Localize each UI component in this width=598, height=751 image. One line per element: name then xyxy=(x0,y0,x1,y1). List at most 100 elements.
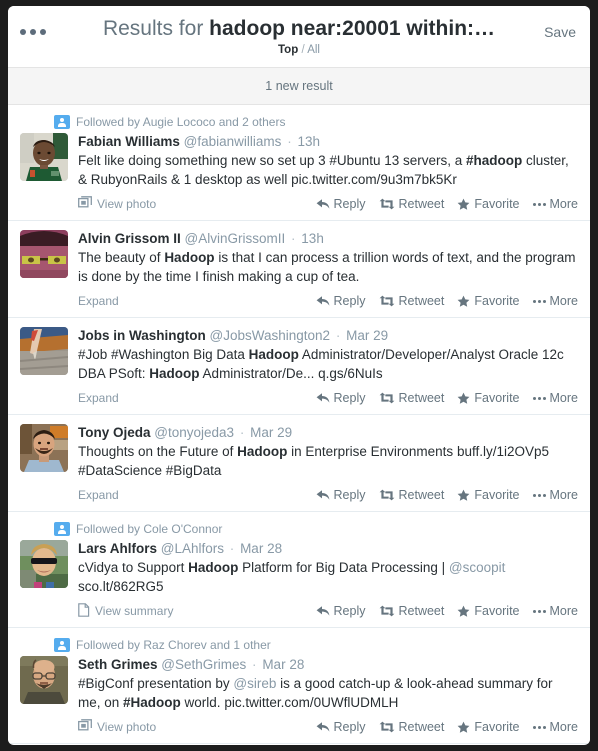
separator-dot: · xyxy=(239,425,245,440)
hashtag[interactable]: #BigConf xyxy=(78,676,134,691)
more-button[interactable]: More xyxy=(532,488,578,502)
reply-button[interactable]: Reply xyxy=(316,720,366,734)
author-handle[interactable]: @AlvinGrissomII xyxy=(185,231,286,246)
favorite-button[interactable]: Favorite xyxy=(457,294,520,308)
tweet-link[interactable]: pic.twitter.com/0UWflUDMLH xyxy=(224,695,398,710)
expand-link[interactable]: Expand xyxy=(78,391,119,405)
reply-button[interactable]: Reply xyxy=(316,604,366,618)
author-handle[interactable]: @SethGrimes xyxy=(161,657,246,672)
hashtag[interactable]: #DataScience #BigData xyxy=(78,463,221,478)
tweet-item[interactable]: Alvin Grissom II @AlvinGrissomII · 13h T… xyxy=(8,221,590,318)
timestamp[interactable]: Mar 29 xyxy=(346,328,388,343)
author-handle[interactable]: @fabianwilliams xyxy=(184,134,282,149)
author-handle[interactable]: @LAhlfors xyxy=(161,541,224,556)
save-button[interactable]: Save xyxy=(544,24,576,40)
tweet-author-row: Tony Ojeda @tonyojeda3 · Mar 29 xyxy=(78,424,578,442)
tweet-link[interactable]: q.gs/6NuIs xyxy=(318,366,383,381)
reply-icon xyxy=(316,605,330,617)
tweet-item[interactable]: Followed by Cole O'Connor Lars Ahlfors @… xyxy=(8,512,590,628)
more-button[interactable]: More xyxy=(532,391,578,405)
tweet-keyword: Hadoop xyxy=(164,250,215,265)
retweet-button[interactable]: Retweet xyxy=(379,197,444,211)
author-name[interactable]: Fabian Williams xyxy=(78,134,180,149)
reply-button[interactable]: Reply xyxy=(316,488,366,502)
more-button[interactable]: More xyxy=(532,604,578,618)
avatar[interactable] xyxy=(20,327,68,375)
tweet-content: Fabian Williams @fabianwilliams · 13h Fe… xyxy=(78,133,578,214)
reply-button[interactable]: Reply xyxy=(316,197,366,211)
person-icon xyxy=(54,522,70,536)
more-button[interactable]: More xyxy=(532,294,578,308)
tweet-text-run: presentation by xyxy=(133,676,234,691)
tweet-body: Fabian Williams @fabianwilliams · 13h Fe… xyxy=(20,133,578,214)
tweet-item[interactable]: Tony Ojeda @tonyojeda3 · Mar 29 Thoughts… xyxy=(8,415,590,512)
timestamp[interactable]: 13h xyxy=(297,134,320,149)
timestamp[interactable]: 13h xyxy=(301,231,324,246)
ellipsis-icon[interactable] xyxy=(20,25,54,39)
more-button[interactable]: More xyxy=(532,197,578,211)
favorite-button[interactable]: Favorite xyxy=(457,720,520,734)
retweet-button[interactable]: Retweet xyxy=(379,294,444,308)
tweet-text-run: world. xyxy=(180,694,225,710)
favorite-button[interactable]: Favorite xyxy=(457,604,520,618)
timestamp[interactable]: Mar 28 xyxy=(262,657,304,672)
author-name[interactable]: Alvin Grissom II xyxy=(78,231,181,246)
tweet-keyword: #hadoop xyxy=(466,153,523,168)
expand-link[interactable]: Expand xyxy=(78,488,119,502)
subnav-tab-top[interactable]: Top xyxy=(278,44,298,56)
author-name[interactable]: Seth Grimes xyxy=(78,657,158,672)
hashtag[interactable]: #Ubuntu xyxy=(329,153,380,168)
favorite-label: Favorite xyxy=(474,294,520,308)
reply-icon xyxy=(316,198,330,210)
mention-link[interactable]: @sireb xyxy=(233,676,276,691)
favorite-label: Favorite xyxy=(474,488,520,502)
expand-link[interactable]: Expand xyxy=(78,294,119,308)
tweet-item[interactable]: Followed by Raz Chorev and 1 other Seth … xyxy=(8,628,590,744)
more-label: More xyxy=(549,604,578,618)
retweet-icon xyxy=(379,721,395,733)
timestamp[interactable]: Mar 29 xyxy=(250,425,292,440)
expand-link[interactable]: View photo xyxy=(78,719,156,735)
tweet-item[interactable]: Followed by Augie Lococo and 2 others Fa… xyxy=(8,105,590,221)
more-button[interactable]: More xyxy=(532,720,578,734)
mention-link[interactable]: @scoopit xyxy=(449,560,505,575)
tweet-link[interactable]: sco.lt/862RG5 xyxy=(78,579,164,594)
favorite-button[interactable]: Favorite xyxy=(457,488,520,502)
social-context: Followed by Cole O'Connor xyxy=(54,521,578,537)
photo-icon xyxy=(78,719,92,735)
reply-button[interactable]: Reply xyxy=(316,391,366,405)
favorite-button[interactable]: Favorite xyxy=(457,197,520,211)
retweet-button[interactable]: Retweet xyxy=(379,391,444,405)
expand-link[interactable]: View summary xyxy=(78,602,174,620)
author-handle[interactable]: @tonyojeda3 xyxy=(154,425,234,440)
retweet-button[interactable]: Retweet xyxy=(379,720,444,734)
author-name[interactable]: Jobs in Washington xyxy=(78,328,206,343)
expand-label: View summary xyxy=(95,604,174,618)
avatar[interactable] xyxy=(20,656,68,704)
tweet-item[interactable]: Jobs in Washington @JobsWashington2 · Ma… xyxy=(8,318,590,415)
tweet-link[interactable]: buff.ly/1i2OVp5 xyxy=(457,444,549,459)
subnav-tab-all[interactable]: All xyxy=(307,44,320,56)
author-handle[interactable]: @JobsWashington2 xyxy=(210,328,331,343)
tweet-text-run: Felt like doing something new so set up … xyxy=(78,153,330,168)
tweet-text: cVidya to Support Hadoop Platform for Bi… xyxy=(78,559,578,596)
favorite-button[interactable]: Favorite xyxy=(457,391,520,405)
new-results-bar[interactable]: 1 new result xyxy=(8,68,590,105)
hashtag[interactable]: #Job #Washington xyxy=(78,347,189,362)
author-name[interactable]: Tony Ojeda xyxy=(78,425,151,440)
avatar[interactable] xyxy=(20,133,68,181)
reply-button[interactable]: Reply xyxy=(316,294,366,308)
social-context-text: Followed by Augie Lococo and 2 others xyxy=(76,115,286,129)
avatar[interactable] xyxy=(20,230,68,278)
avatar[interactable] xyxy=(20,424,68,472)
author-name[interactable]: Lars Ahlfors xyxy=(78,541,157,556)
retweet-button[interactable]: Retweet xyxy=(379,488,445,502)
expand-link[interactable]: View photo xyxy=(78,196,156,212)
tweet-link[interactable]: pic.twitter.com/9u3m7bk5Kr xyxy=(291,172,457,187)
tweet-text-run: Administrator/De... xyxy=(199,365,319,381)
retweet-label: Retweet xyxy=(398,488,445,502)
tweet-footer: View photo Reply Retweet Favorite More xyxy=(78,717,578,737)
avatar[interactable] xyxy=(20,540,68,588)
retweet-button[interactable]: Retweet xyxy=(379,604,444,618)
timestamp[interactable]: Mar 28 xyxy=(240,541,282,556)
